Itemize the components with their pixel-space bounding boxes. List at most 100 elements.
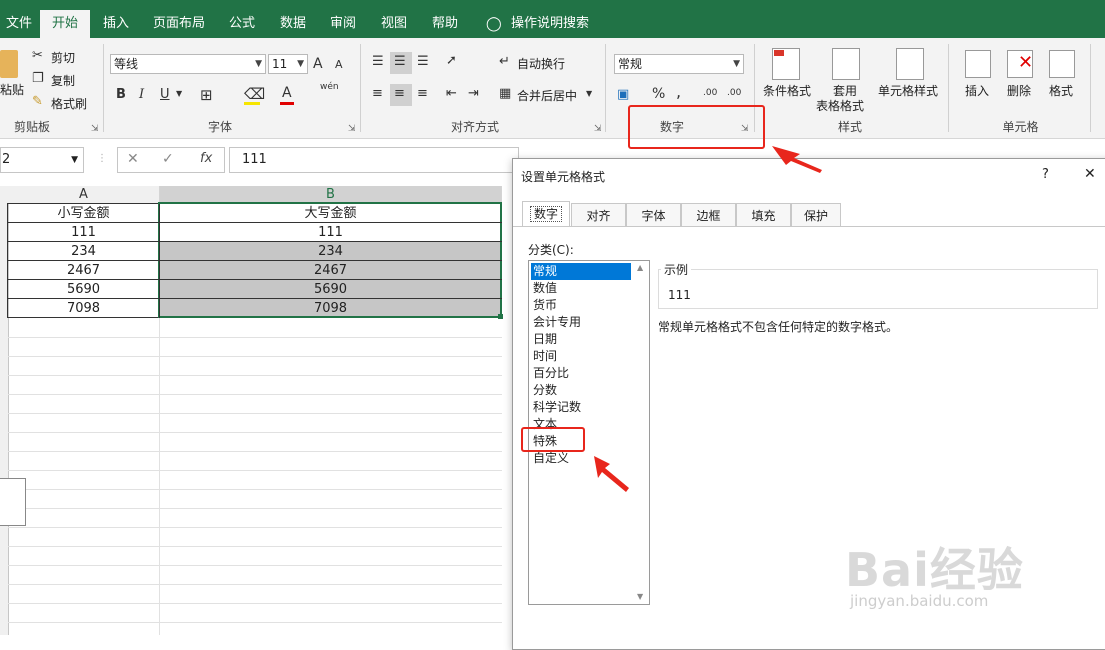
table-cell-a[interactable]: 234 — [8, 242, 159, 261]
scissors-icon: ✂ — [32, 48, 43, 63]
tab-insert[interactable]: 插入 — [91, 10, 141, 38]
format-as-table-icon[interactable] — [832, 48, 860, 80]
category-item[interactable]: 数值 — [531, 280, 631, 297]
format-button[interactable]: 格式 — [1049, 82, 1073, 99]
align-left-icon[interactable]: ≡ — [372, 86, 383, 101]
category-item[interactable]: 常规 — [531, 263, 631, 280]
enter-check-icon[interactable]: ✓ — [162, 151, 174, 167]
alignment-launcher-icon[interactable]: ⇲ — [594, 124, 602, 134]
table-cell-b[interactable]: 7098 — [160, 299, 501, 318]
cell-styles-icon[interactable] — [896, 48, 924, 80]
tab-review[interactable]: 审阅 — [318, 10, 368, 38]
delete-button[interactable]: 删除 — [1007, 82, 1031, 99]
table-cell-a[interactable]: 2467 — [8, 261, 159, 280]
category-scrollbar[interactable]: ▲ ▼ — [634, 261, 649, 604]
tab-page-layout[interactable]: 页面布局 — [141, 10, 217, 38]
tab-home[interactable]: 开始 — [40, 10, 91, 38]
category-item[interactable]: 科学记数 — [531, 399, 631, 416]
gridline — [8, 527, 502, 528]
scroll-up-icon[interactable]: ▲ — [637, 263, 643, 272]
category-item[interactable]: 时间 — [531, 348, 631, 365]
italic-button[interactable]: I — [139, 87, 144, 102]
cut-button[interactable]: 剪切 — [51, 49, 75, 66]
help-button[interactable]: ? — [1042, 167, 1049, 182]
align-bottom-icon[interactable]: ☰ — [417, 54, 429, 69]
chevron-down-icon[interactable]: ▼ — [176, 89, 182, 98]
column-header-a[interactable]: A — [8, 186, 160, 204]
decrease-decimal-button[interactable]: .00 — [727, 88, 741, 98]
font-launcher-icon[interactable]: ⇲ — [348, 124, 356, 134]
table-cell-a[interactable]: 111 — [8, 223, 159, 242]
floating-panel-edge — [0, 478, 26, 526]
table-cell-b[interactable]: 234 — [160, 242, 501, 261]
cancel-icon[interactable]: ✕ — [127, 151, 139, 167]
chevron-down-icon[interactable]: ▼ — [586, 89, 592, 98]
bold-button[interactable]: B — [116, 87, 126, 102]
shrink-font-button[interactable]: A — [335, 58, 343, 71]
borders-icon[interactable]: ⊞ — [200, 86, 213, 104]
table-cell-b[interactable]: 2467 — [160, 261, 501, 280]
phonetic-button[interactable]: wén — [320, 82, 339, 92]
tab-border[interactable]: 边框 — [681, 203, 736, 227]
fill-color-icon[interactable]: ⌫ — [244, 85, 265, 103]
wrap-text-button[interactable]: 自动换行 — [517, 55, 565, 72]
insert-cells-icon[interactable] — [965, 50, 991, 78]
font-size-select[interactable]: 11 ▼ — [268, 54, 308, 74]
tab-view[interactable]: 视图 — [369, 10, 419, 38]
font-color-icon[interactable]: A — [282, 85, 292, 101]
gridline — [8, 603, 502, 604]
format-as-table-button-line2[interactable]: 表格格式 — [816, 97, 864, 114]
increase-indent-icon[interactable]: ⇥ — [468, 86, 479, 101]
accounting-format-icon[interactable]: ▣ — [617, 87, 629, 102]
tab-formulas[interactable]: 公式 — [217, 10, 267, 38]
percent-button[interactable]: % — [652, 86, 665, 102]
tab-alignment[interactable]: 对齐 — [571, 203, 626, 227]
clipboard-launcher-icon[interactable]: ⇲ — [91, 124, 99, 134]
number-format-select[interactable]: 常规 ▼ — [614, 54, 744, 74]
insert-button[interactable]: 插入 — [965, 82, 989, 99]
category-item[interactable]: 日期 — [531, 331, 631, 348]
tab-data[interactable]: 数据 — [268, 10, 318, 38]
increase-decimal-button[interactable]: .00 — [703, 88, 717, 98]
comma-button[interactable]: , — [676, 82, 681, 101]
cell-b1[interactable]: 大写金额 — [160, 204, 501, 223]
table-cell-b[interactable]: 5690 — [160, 280, 501, 299]
category-item[interactable]: 分数 — [531, 382, 631, 399]
font-name-select[interactable]: 等线 ▼ — [110, 54, 266, 74]
grow-font-button[interactable]: A — [313, 56, 323, 72]
category-item[interactable]: 货币 — [531, 297, 631, 314]
tell-me-search[interactable]: 操作说明搜索 — [499, 10, 601, 38]
table-cell-a[interactable]: 7098 — [8, 299, 159, 318]
cell-styles-button[interactable]: 单元格样式 — [878, 82, 938, 99]
format-cells-icon[interactable] — [1049, 50, 1075, 78]
tab-number[interactable]: 数字 — [522, 201, 570, 227]
tab-font[interactable]: 字体 — [626, 203, 681, 227]
category-item[interactable]: 会计专用 — [531, 314, 631, 331]
table-cell-a[interactable]: 5690 — [8, 280, 159, 299]
category-item[interactable]: 百分比 — [531, 365, 631, 382]
scroll-down-icon[interactable]: ▼ — [637, 592, 643, 601]
copy-button[interactable]: 复制 — [51, 72, 75, 89]
align-right-icon[interactable]: ≡ — [417, 86, 428, 101]
orientation-icon[interactable]: ➚ — [446, 53, 457, 68]
close-button[interactable]: ✕ — [1084, 166, 1096, 182]
tab-help[interactable]: 帮助 — [420, 10, 470, 38]
underline-button[interactable]: U — [160, 87, 170, 102]
styles-group-label: 样式 — [837, 120, 862, 134]
tab-protection[interactable]: 保护 — [791, 203, 841, 227]
formula-input[interactable]: 111 — [229, 147, 519, 173]
tab-file[interactable]: 文件 — [0, 10, 44, 38]
tab-fill[interactable]: 填充 — [736, 203, 791, 227]
paste-icon[interactable] — [0, 50, 18, 78]
name-box[interactable]: 2 ▼ — [0, 147, 84, 173]
align-top-icon[interactable]: ☰ — [372, 54, 384, 69]
table-cell-b[interactable]: 111 — [160, 223, 501, 242]
conditional-format-button[interactable]: 条件格式 — [763, 82, 811, 99]
paste-button[interactable]: 粘贴 — [0, 81, 24, 98]
decrease-indent-icon[interactable]: ⇤ — [446, 86, 457, 101]
insert-function-button[interactable]: fx — [200, 151, 212, 166]
merge-center-button[interactable]: 合并后居中 — [517, 87, 577, 104]
format-painter-button[interactable]: 格式刷 — [51, 95, 87, 112]
wrap-text-icon: ↵ — [499, 54, 510, 69]
cell-a1[interactable]: 小写金额 — [8, 204, 159, 223]
